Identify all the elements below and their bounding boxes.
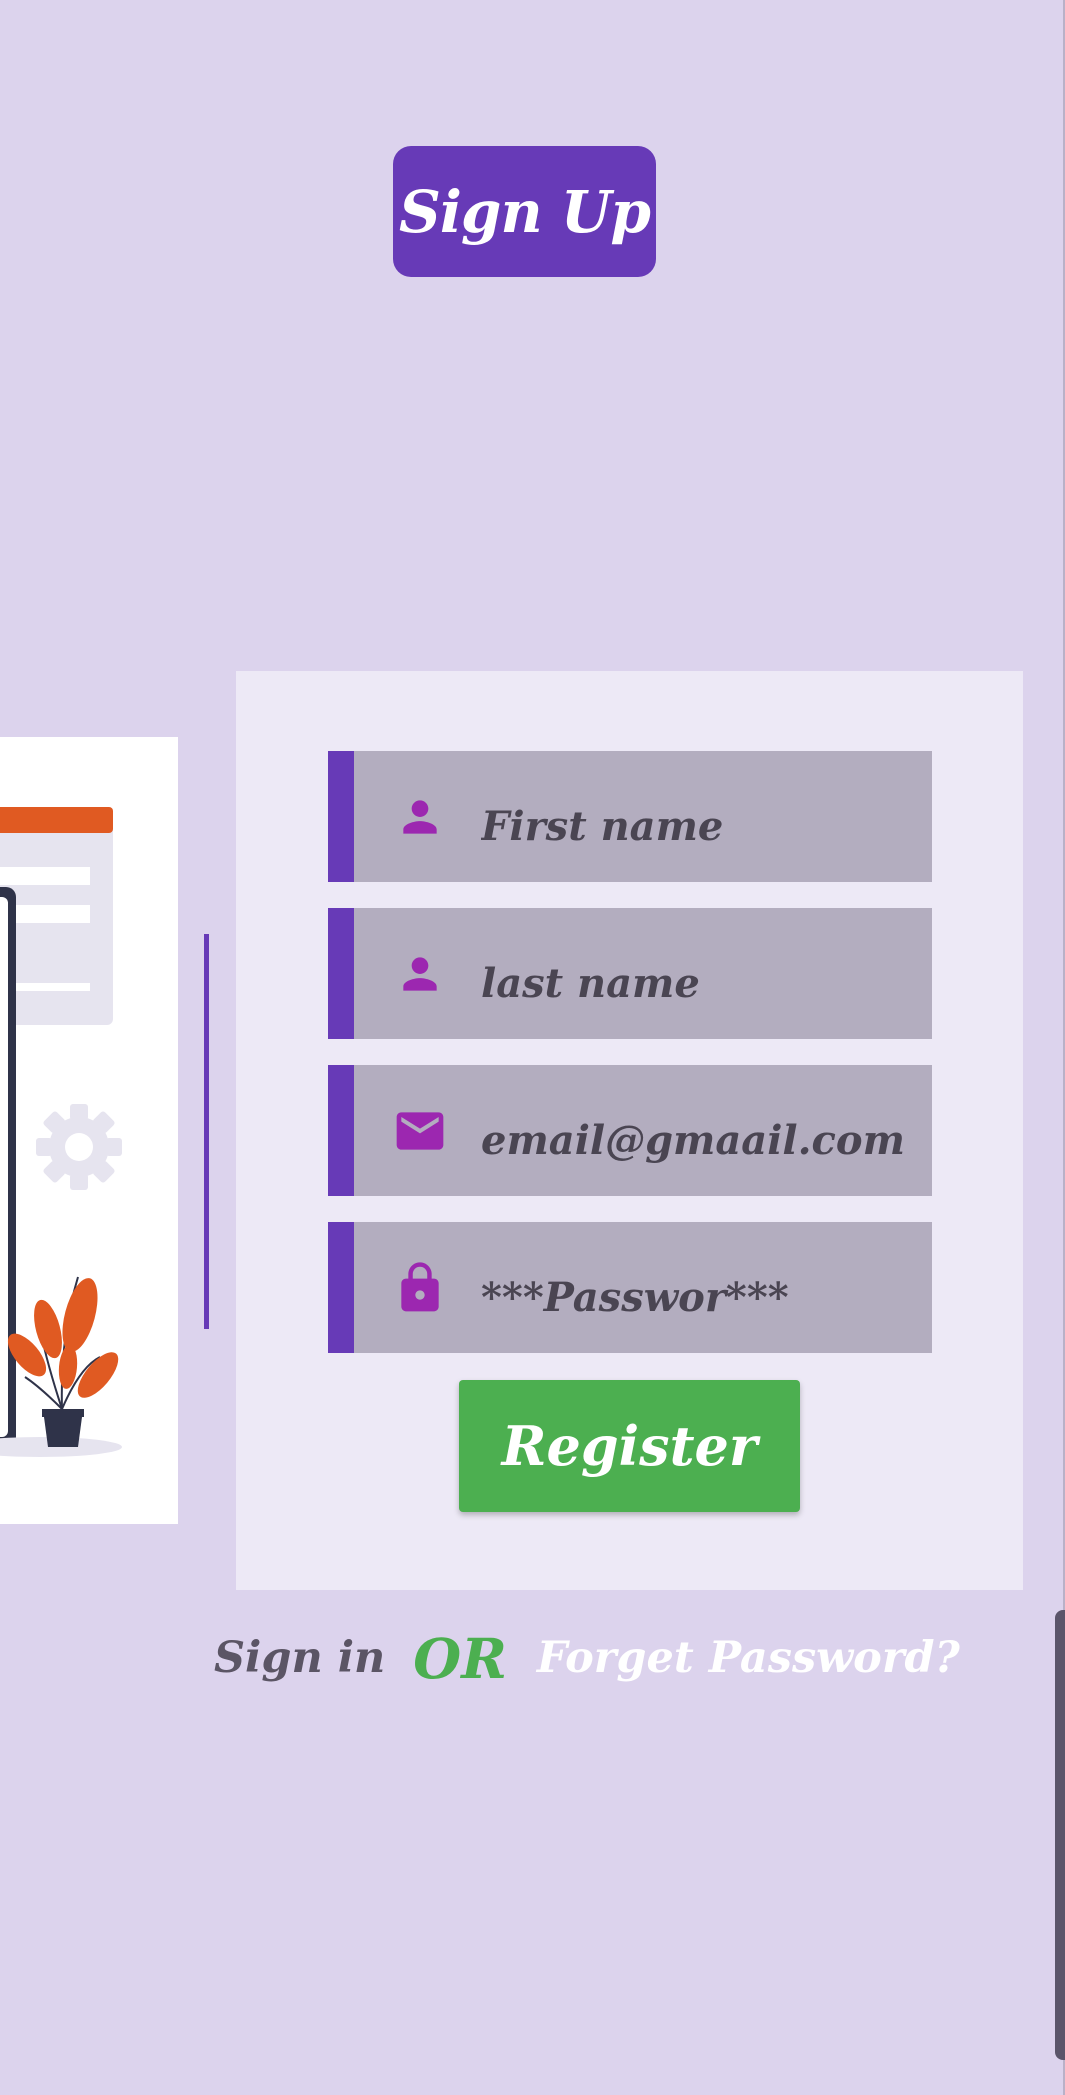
register-button[interactable]: Register	[459, 1380, 800, 1512]
sign-in-link[interactable]: Sign in	[214, 1633, 385, 1683]
email-icon	[389, 1100, 451, 1162]
last-name-field[interactable]: last name	[328, 908, 932, 1039]
email-value[interactable]: email@gmaail.com	[481, 1117, 905, 1164]
password-field[interactable]: ***Passwor***	[328, 1222, 932, 1353]
email-field[interactable]: email@gmaail.com	[328, 1065, 932, 1196]
sign-up-button[interactable]: Sign Up	[393, 146, 656, 277]
password-value[interactable]: ***Passwor***	[481, 1274, 789, 1321]
signup-page: Sign Up First name last name email@gmaai…	[0, 0, 1065, 2095]
first-name-value[interactable]: First name	[481, 803, 723, 850]
person-icon	[389, 786, 451, 848]
field-accent-bar	[328, 1065, 354, 1196]
illustration-panel	[0, 737, 178, 1524]
illustration-divider	[204, 934, 209, 1329]
first-name-field[interactable]: First name	[328, 751, 932, 882]
forget-password-link[interactable]: Forget Password?	[537, 1633, 960, 1683]
person-icon	[389, 943, 451, 1005]
field-accent-bar	[328, 1222, 354, 1353]
gear-icon	[36, 1104, 122, 1190]
auth-links: Sign in OR Forget Password?	[214, 1618, 960, 1698]
plant-illustration	[7, 1276, 119, 1447]
signup-form-card: First name last name email@gmaail.com **…	[236, 671, 1023, 1590]
lock-icon	[389, 1257, 451, 1319]
scrollbar-thumb[interactable]	[1055, 1610, 1065, 2060]
last-name-value[interactable]: last name	[481, 960, 700, 1007]
illustration	[0, 807, 122, 1457]
or-separator: OR	[413, 1625, 507, 1691]
field-accent-bar	[328, 908, 354, 1039]
field-accent-bar	[328, 751, 354, 882]
